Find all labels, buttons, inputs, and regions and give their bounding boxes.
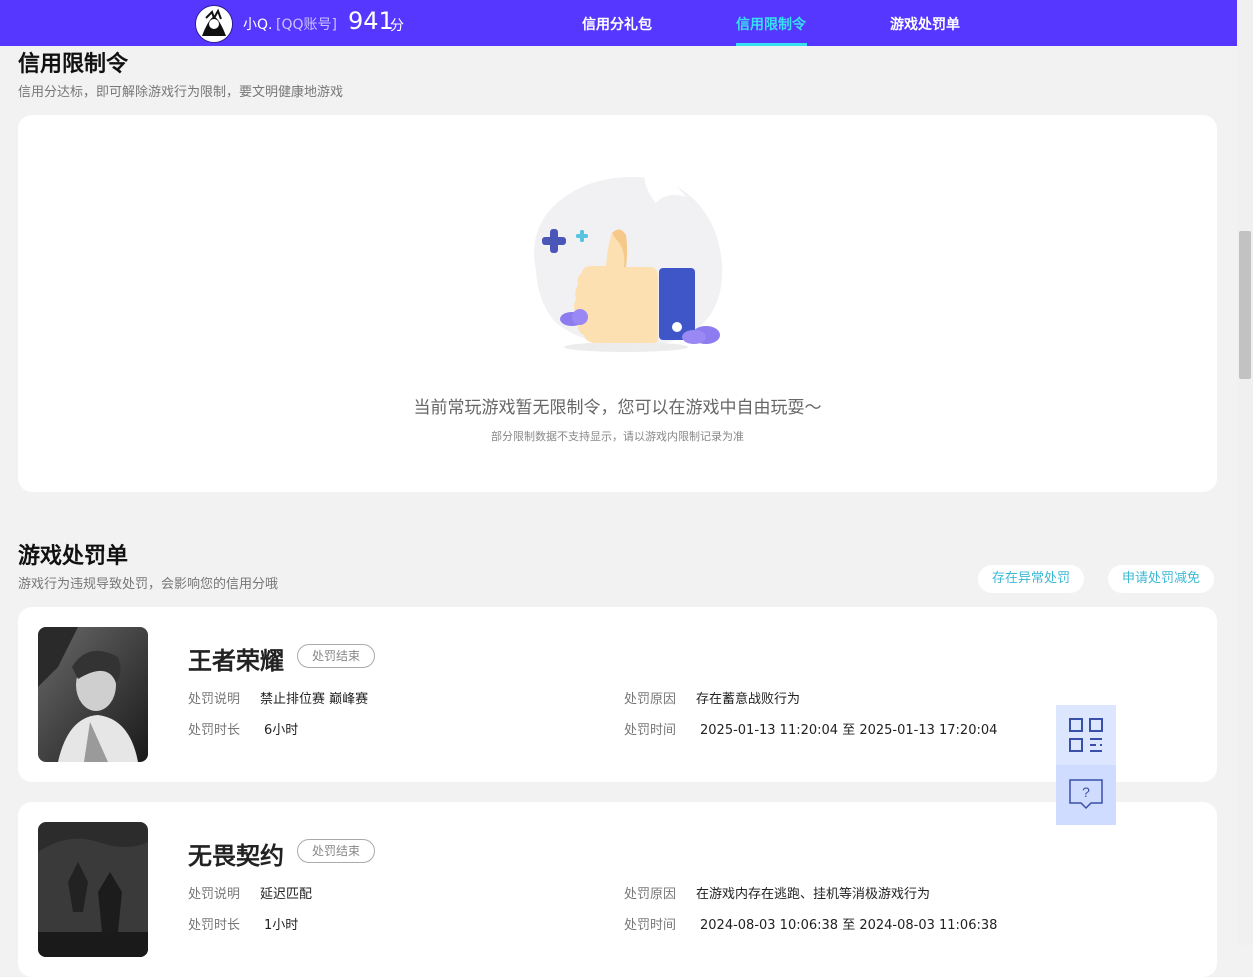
penalty-duration-label: 处罚时长 xyxy=(188,723,241,738)
penalty-duration-value: 1小时 xyxy=(264,918,299,933)
penalty-reason-value: 存在蓄意战败行为 xyxy=(696,692,801,707)
tab-credit-gift[interactable]: 信用分礼包 xyxy=(582,14,652,34)
help-chat-icon: ? xyxy=(1069,779,1103,810)
penalty-section-title: 游戏处罚单 xyxy=(18,544,129,569)
penalty-reason-label: 处罚原因 xyxy=(624,887,677,902)
penalty-time-label: 处罚时间 xyxy=(624,723,677,738)
apply-penalty-reduction-button[interactable]: 申请处罚减免 xyxy=(1108,565,1215,593)
restriction-section-title: 信用限制令 xyxy=(18,52,129,77)
top-nav-bar: 小Q. [QQ账号] 941 分 信用分礼包 信用限制令 游戏处罚单 xyxy=(0,0,1237,46)
penalty-card: 王者荣耀 处罚结束 处罚说明 禁止排位赛 巅峰赛 处罚时长 6小时 处罚原因 存… xyxy=(18,607,1217,782)
empty-restriction-message: 当前常玩游戏暂无限制令，您可以在游戏中自由玩耍～ xyxy=(413,398,822,418)
account-type: [QQ账号] xyxy=(276,17,337,33)
scrollbar-thumb[interactable] xyxy=(1239,231,1251,379)
penalty-duration-value: 6小时 xyxy=(264,723,299,738)
empty-restriction-note: 部分限制数据不支持显示，请以游戏内限制记录为准 xyxy=(491,430,744,443)
game-name: 无畏契约 xyxy=(188,842,284,870)
penalty-time-value: 2025-01-13 11:20:04 至 2025-01-13 17:20:0… xyxy=(700,723,998,738)
status-badge: 处罚结束 xyxy=(297,839,376,863)
tab-credit-restriction[interactable]: 信用限制令 xyxy=(736,14,806,34)
penalty-reason-label: 处罚原因 xyxy=(624,692,677,707)
penalty-section-subtitle: 游戏行为违规导致处罚，会影响您的信用分哦 xyxy=(18,577,279,592)
user-name: 小Q. xyxy=(243,17,273,33)
abnormal-penalty-button[interactable]: 存在异常处罚 xyxy=(978,565,1085,593)
game-cover-image xyxy=(38,627,148,762)
penalty-time-value: 2024-08-03 10:06:38 至 2024-08-03 11:06:3… xyxy=(700,918,998,933)
svg-text:?: ? xyxy=(1082,784,1090,800)
credit-score-unit: 分 xyxy=(390,18,404,34)
avatar[interactable] xyxy=(195,5,233,43)
help-feedback-button[interactable]: ? xyxy=(1056,765,1116,825)
status-badge: 处罚结束 xyxy=(297,644,376,668)
qr-code-icon xyxy=(1069,718,1103,752)
penalty-reason-value: 在游戏内存在逃跑、挂机等消极游戏行为 xyxy=(696,887,931,902)
active-tab-indicator xyxy=(736,43,807,46)
penalty-description-value: 禁止排位赛 巅峰赛 xyxy=(260,692,369,707)
scrollbar-track[interactable] xyxy=(1237,0,1253,945)
qr-code-button[interactable] xyxy=(1056,705,1116,765)
credit-score: 941 xyxy=(348,7,394,35)
avatar-image xyxy=(196,6,232,42)
restriction-card: 当前常玩游戏暂无限制令，您可以在游戏中自由玩耍～ 部分限制数据不支持显示，请以游… xyxy=(18,115,1217,492)
restriction-section-subtitle: 信用分达标，即可解除游戏行为限制，要文明健康地游戏 xyxy=(18,85,344,100)
penalty-description-label: 处罚说明 xyxy=(188,887,241,902)
game-cover-image xyxy=(38,822,148,957)
floating-action-panel: ? xyxy=(1056,705,1116,825)
game-name: 王者荣耀 xyxy=(188,647,284,675)
penalty-description-value: 延迟匹配 xyxy=(260,887,313,902)
thumbs-up-icon xyxy=(534,173,723,352)
penalty-description-label: 处罚说明 xyxy=(188,692,241,707)
tab-game-penalty[interactable]: 游戏处罚单 xyxy=(890,14,960,34)
penalty-card: 无畏契约 处罚结束 处罚说明 延迟匹配 处罚时长 1小时 处罚原因 在游戏内存在… xyxy=(18,802,1217,977)
penalty-time-label: 处罚时间 xyxy=(624,918,677,933)
penalty-duration-label: 处罚时长 xyxy=(188,918,241,933)
